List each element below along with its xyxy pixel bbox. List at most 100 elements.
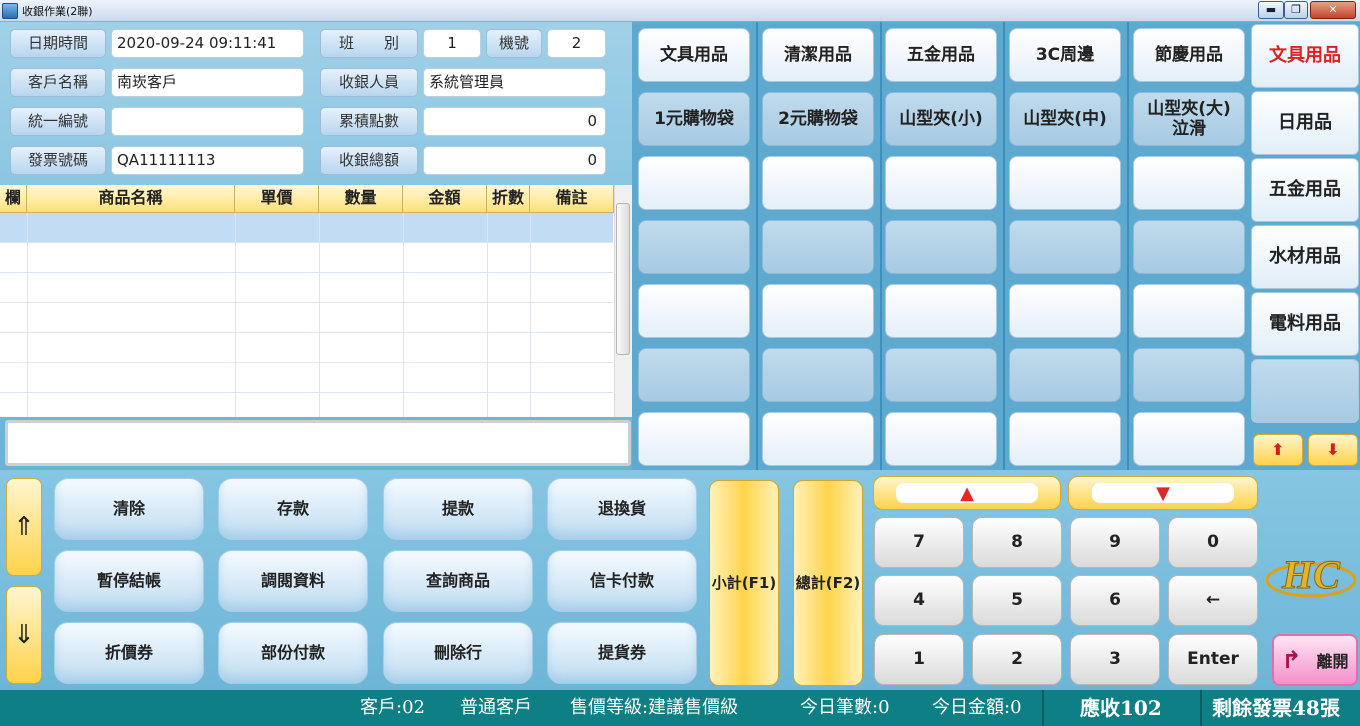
column-header-name[interactable]: 商品名稱 (27, 185, 235, 213)
table-row[interactable] (0, 243, 613, 273)
product-button-empty[interactable] (638, 348, 750, 402)
table-row[interactable] (0, 303, 613, 333)
page-down-button[interactable]: ▼ (1068, 476, 1258, 510)
product-button[interactable]: 文具用品 (638, 28, 750, 82)
datetime-field[interactable]: 2020-09-24 09:11:41 (111, 29, 304, 58)
key-0[interactable]: 0 (1168, 517, 1258, 568)
total-field[interactable]: 0 (423, 146, 606, 175)
category-tab-stationery[interactable]: 文具用品 (1251, 24, 1359, 88)
key-5[interactable]: 5 (972, 575, 1062, 626)
product-button-empty[interactable] (762, 348, 874, 402)
product-button-empty[interactable] (638, 412, 750, 466)
product-button-empty[interactable] (638, 284, 750, 338)
pickup-voucher-button[interactable]: 提貨券 (547, 622, 697, 684)
product-button-empty[interactable] (1009, 284, 1121, 338)
column-header-discount[interactable]: 折數 (487, 185, 530, 213)
product-button-empty[interactable] (1009, 156, 1121, 210)
scrollbar-thumb[interactable] (616, 203, 630, 355)
product-button-empty[interactable] (1133, 156, 1245, 210)
product-button-empty[interactable] (762, 412, 874, 466)
points-field[interactable]: 0 (423, 107, 606, 136)
grand-total-button[interactable]: 總計(F2) (793, 480, 863, 686)
column-header-note[interactable]: 備註 (530, 185, 614, 213)
item-grid[interactable]: 欄 商品名稱 單價 數量 金額 折數 備註 (0, 185, 632, 417)
product-button-empty[interactable] (885, 156, 997, 210)
backspace-key[interactable]: ← (1168, 575, 1258, 626)
key-3[interactable]: 3 (1070, 634, 1160, 685)
search-product-button[interactable]: 查詢商品 (383, 550, 533, 612)
product-button-empty[interactable] (1133, 284, 1245, 338)
product-button-empty[interactable] (762, 156, 874, 210)
column-header-index[interactable]: 欄 (0, 185, 27, 213)
column-header-price[interactable]: 單價 (235, 185, 319, 213)
cashier-field[interactable]: 系統管理員 (423, 68, 606, 97)
product-button-empty[interactable] (1133, 220, 1245, 274)
product-button-empty[interactable] (638, 220, 750, 274)
category-up-arrow-icon[interactable]: ⬆ (1253, 434, 1303, 466)
customer-field[interactable]: 南崁客戶 (111, 68, 304, 97)
deposit-button[interactable]: 存款 (218, 478, 368, 540)
enter-key[interactable]: Enter (1168, 634, 1258, 685)
table-row[interactable] (0, 363, 613, 393)
category-tab-electrical[interactable]: 電料用品 (1251, 292, 1359, 356)
key-8[interactable]: 8 (972, 517, 1062, 568)
key-9[interactable]: 9 (1070, 517, 1160, 568)
maximize-button[interactable]: ❐ (1284, 1, 1308, 19)
product-button-empty[interactable] (762, 284, 874, 338)
key-7[interactable]: 7 (874, 517, 964, 568)
category-tab-daily[interactable]: 日用品 (1251, 91, 1359, 155)
product-button-empty[interactable] (885, 284, 997, 338)
coupon-button[interactable]: 折價券 (54, 622, 204, 684)
shift-field[interactable]: 1 (423, 29, 481, 58)
product-button-empty[interactable] (762, 220, 874, 274)
lookup-records-button[interactable]: 調閱資料 (218, 550, 368, 612)
product-button[interactable]: 3C周邊 (1009, 28, 1121, 82)
product-button-empty[interactable] (638, 156, 750, 210)
product-button[interactable]: 2元購物袋 (762, 92, 874, 146)
key-2[interactable]: 2 (972, 634, 1062, 685)
product-button[interactable]: 山型夾(大) 泣滑 (1133, 92, 1245, 146)
product-button-empty[interactable] (1133, 412, 1245, 466)
key-1[interactable]: 1 (874, 634, 964, 685)
withdraw-button[interactable]: 提款 (383, 478, 533, 540)
product-button[interactable]: 1元購物袋 (638, 92, 750, 146)
column-header-qty[interactable]: 數量 (319, 185, 403, 213)
table-row[interactable] (0, 213, 613, 243)
table-row[interactable] (0, 273, 613, 303)
category-down-arrow-icon[interactable]: ⬇ (1308, 434, 1358, 466)
exit-button[interactable]: ↱ 離開 (1272, 634, 1358, 686)
minimize-button[interactable]: ▬ (1258, 1, 1284, 19)
machine-field[interactable]: 2 (547, 29, 606, 58)
table-row[interactable] (0, 333, 613, 363)
product-button[interactable]: 五金用品 (885, 28, 997, 82)
product-button-empty[interactable] (885, 348, 997, 402)
taxid-field[interactable] (111, 107, 304, 136)
product-button-empty[interactable] (1009, 412, 1121, 466)
product-button[interactable]: 山型夾(小) (885, 92, 997, 146)
column-header-amount[interactable]: 金額 (403, 185, 487, 213)
return-exchange-button[interactable]: 退換貨 (547, 478, 697, 540)
product-button-empty[interactable] (1009, 348, 1121, 402)
clear-button[interactable]: 清除 (54, 478, 204, 540)
category-tab-plumbing[interactable]: 水材用品 (1251, 225, 1359, 289)
subtotal-button[interactable]: 小計(F1) (709, 480, 779, 686)
category-tab-hardware[interactable]: 五金用品 (1251, 158, 1359, 222)
product-button[interactable]: 山型夾(中) (1009, 92, 1121, 146)
product-button-empty[interactable] (885, 412, 997, 466)
key-6[interactable]: 6 (1070, 575, 1160, 626)
product-button-empty[interactable] (1009, 220, 1121, 274)
category-tab-empty[interactable] (1251, 359, 1359, 423)
delete-row-button[interactable]: 刪除行 (383, 622, 533, 684)
page-up-button[interactable]: ▲ (873, 476, 1061, 510)
close-button[interactable]: ✕ (1310, 1, 1356, 19)
product-button-empty[interactable] (885, 220, 997, 274)
scroll-down-arrow-icon[interactable]: ⇓ (6, 586, 42, 684)
invoice-field[interactable]: QA11111113 (111, 146, 304, 175)
barcode-input[interactable] (5, 420, 631, 466)
product-button[interactable]: 節慶用品 (1133, 28, 1245, 82)
credit-card-pay-button[interactable]: 信卡付款 (547, 550, 697, 612)
suspend-checkout-button[interactable]: 暫停結帳 (54, 550, 204, 612)
product-button[interactable]: 清潔用品 (762, 28, 874, 82)
partial-payment-button[interactable]: 部份付款 (218, 622, 368, 684)
scroll-up-arrow-icon[interactable]: ⇑ (6, 478, 42, 576)
